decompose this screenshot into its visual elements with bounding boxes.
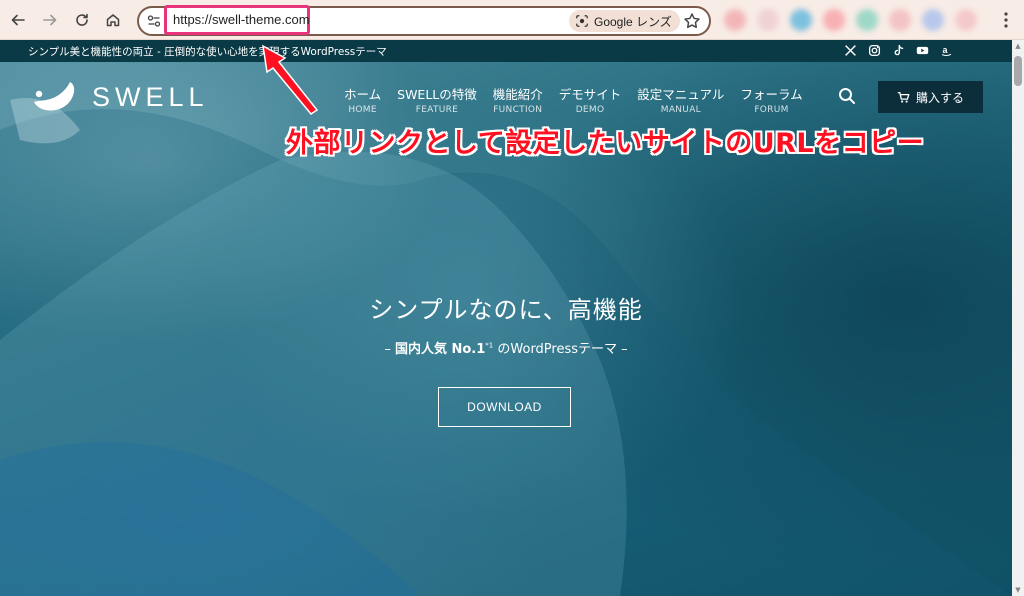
hero-subtitle: – 国内人気 No.1*1 のWordPressテーマ – [0, 338, 1012, 357]
swell-logo-mark-icon [34, 82, 75, 111]
instagram-icon[interactable] [867, 43, 882, 58]
extension-icon[interactable] [922, 9, 944, 31]
nav-label-ja: 機能紹介 [492, 87, 543, 102]
forward-arrow-icon [43, 14, 57, 26]
annotation-callout: 外部リンクとして設定したいサイトのURLをコピー [286, 128, 925, 159]
bookmark-star-icon[interactable] [683, 12, 701, 30]
nav-label-en: MANUAL [660, 105, 701, 115]
nav-item-demo[interactable]: デモサイト DEMO [551, 84, 630, 115]
nav-item-home[interactable]: ホーム HOME [336, 84, 389, 115]
extension-icon[interactable] [724, 9, 746, 31]
extension-icon[interactable] [823, 9, 845, 31]
nav-label-en: FEATURE [415, 105, 459, 115]
site-settings-icon[interactable] [146, 13, 162, 29]
buy-label: 購入する [915, 90, 964, 105]
url-highlight-box: https://swell-theme.com [164, 5, 310, 35]
nav-item-manual[interactable]: 設定マニュアル MANUAL [629, 84, 732, 115]
logo-text: SWELL [92, 81, 209, 112]
extension-icon[interactable] [790, 9, 812, 31]
top-info-bar: シンプル美と機能性の両立 - 圧倒的な使い心地を実現するWordPressテーマ… [0, 40, 1012, 62]
hero-title: シンプルなのに、高機能 [369, 296, 643, 324]
web-page: シンプル美と機能性の両立 - 圧倒的な使い心地を実現するWordPressテーマ… [0, 40, 1012, 596]
nav-label-ja: フォーラム [740, 87, 803, 102]
reload-button[interactable] [70, 8, 94, 32]
nav-label-en: DEMO [575, 105, 605, 115]
x-icon[interactable] [843, 43, 858, 58]
nav-label-ja: 設定マニュアル [637, 87, 725, 102]
extension-icon[interactable] [856, 9, 878, 31]
nav-item-function[interactable]: 機能紹介 FUNCTION [485, 84, 551, 115]
browser-toolbar: https://swell-theme.com Google レンズ [0, 0, 1024, 40]
nav-label-ja: ホーム [344, 87, 382, 102]
browser-menu-icon[interactable] [996, 9, 1016, 31]
social-links: a [843, 43, 954, 58]
forward-button[interactable] [38, 8, 62, 32]
page-scrollbar[interactable]: ▲ ▼ [1012, 40, 1024, 596]
download-button[interactable]: DOWNLOAD [438, 387, 571, 427]
nav-item-forum[interactable]: フォーラム FORUM [732, 84, 810, 115]
url-text[interactable]: https://swell-theme.com [173, 12, 310, 27]
lens-icon [576, 15, 588, 27]
nav-label-ja: SWELLの特徴 [397, 87, 477, 102]
extension-icon[interactable] [889, 9, 911, 31]
amazon-icon[interactable]: a [939, 43, 954, 58]
home-button[interactable] [101, 8, 125, 32]
site-logo[interactable]: SWELL [30, 80, 209, 114]
scroll-down-icon[interactable]: ▼ [1014, 586, 1022, 594]
nav-item-feature[interactable]: SWELLの特徴 FEATURE [389, 84, 485, 115]
tiktok-icon[interactable] [891, 43, 906, 58]
address-bar[interactable]: https://swell-theme.com Google レンズ [137, 5, 711, 36]
nav-label-en: FUNCTION [493, 105, 543, 115]
back-arrow-icon [11, 14, 25, 26]
lens-label: Google レンズ [594, 14, 672, 29]
hero-sub-suffix: のWordPressテーマ – [493, 342, 628, 357]
youtube-icon[interactable] [915, 43, 930, 58]
reload-icon [76, 13, 88, 26]
extension-icon[interactable] [757, 9, 779, 31]
global-nav: ホーム HOME SWELLの特徴 FEATURE 機能紹介 FUNCTION … [336, 84, 811, 115]
back-button[interactable] [6, 8, 30, 32]
extension-icon[interactable] [955, 9, 977, 31]
scroll-up-icon[interactable]: ▲ [1014, 42, 1022, 50]
cart-icon [897, 91, 910, 103]
nav-label-ja: デモサイト [558, 87, 622, 102]
hero-sub-prefix: – [384, 342, 395, 357]
nav-label-en: FORUM [754, 105, 789, 115]
home-icon [106, 14, 120, 27]
hero-sub-bold: 国内人気 No.1 [394, 342, 486, 357]
nav-label-en: HOME [348, 105, 377, 115]
scroll-thumb[interactable] [1014, 56, 1022, 86]
search-icon[interactable] [838, 87, 856, 105]
annotation-arrow-icon [262, 44, 319, 115]
google-lens-button[interactable]: Google レンズ [569, 10, 680, 32]
svg-text:a: a [942, 45, 948, 55]
buy-button[interactable]: 購入する [878, 81, 983, 113]
